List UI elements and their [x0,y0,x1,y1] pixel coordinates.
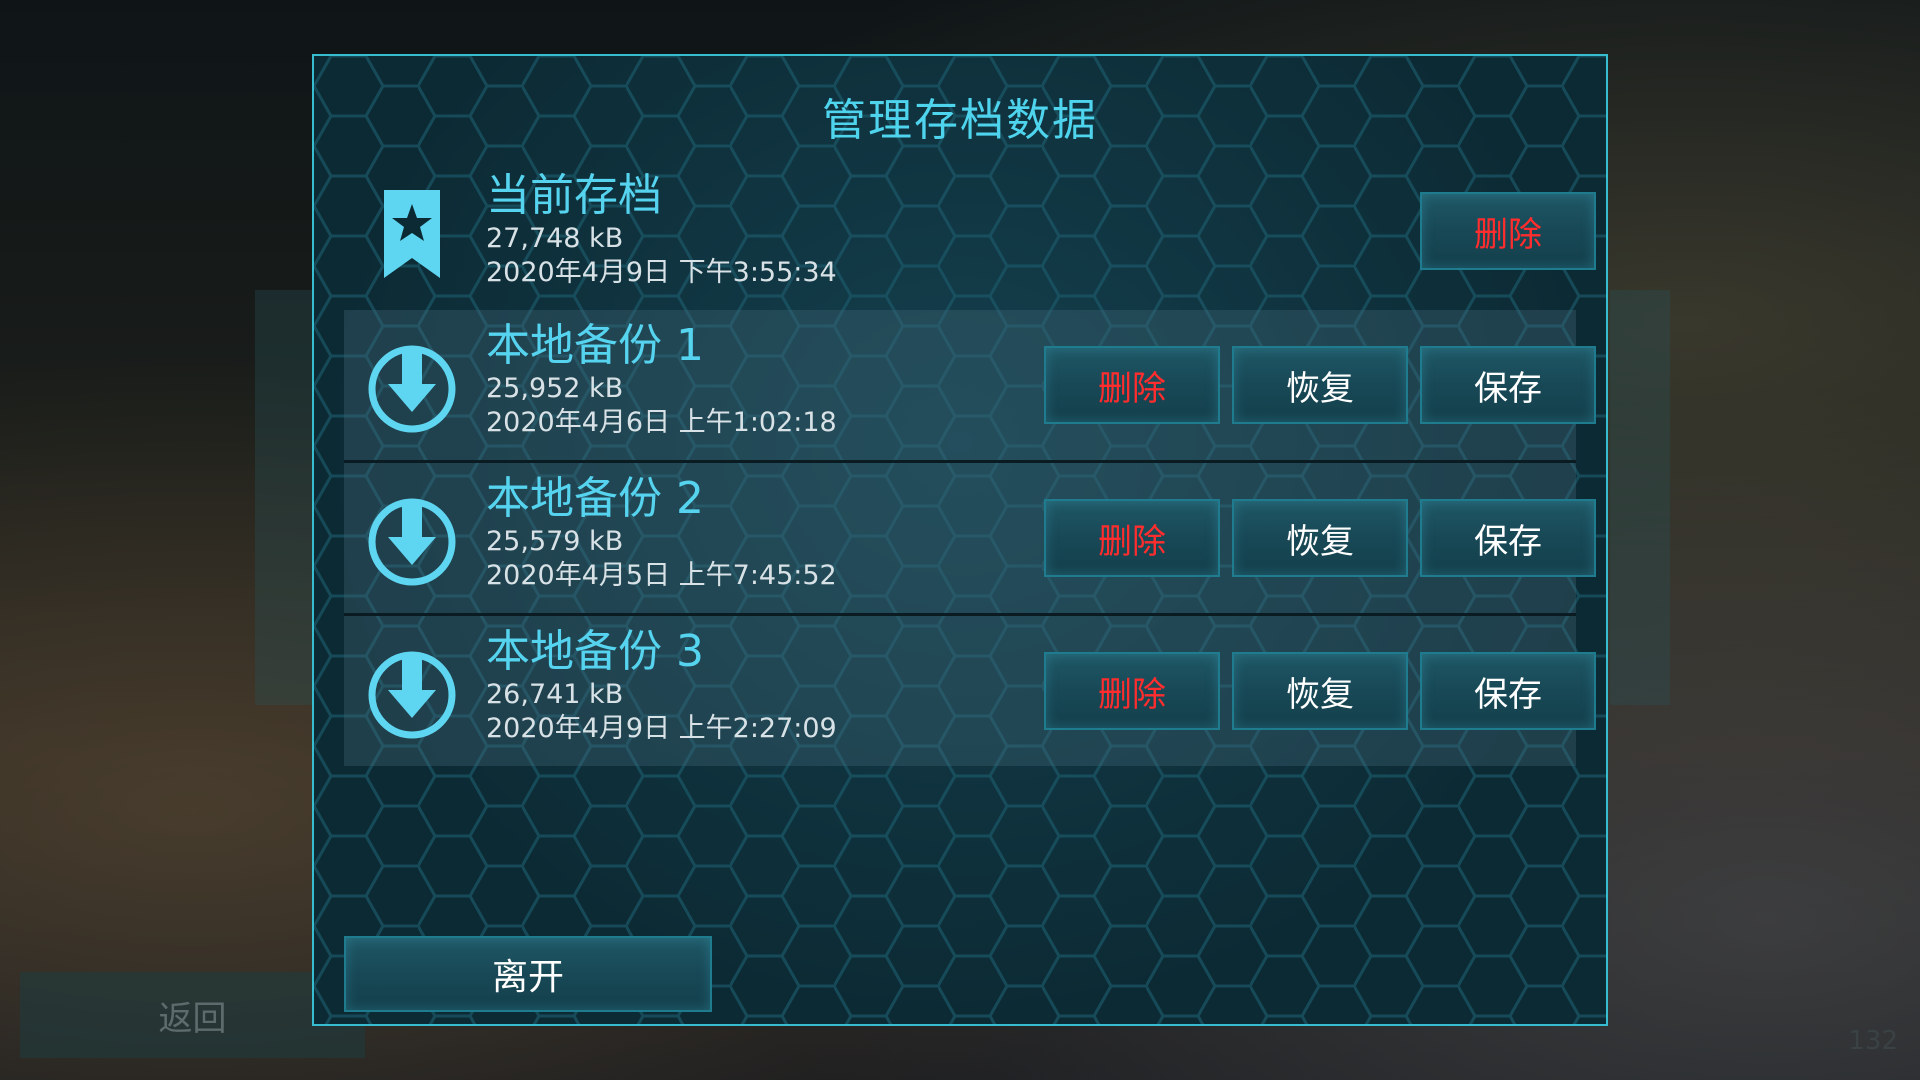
backup-date: 2020年4月9日 上午2:27:09 [486,713,837,744]
leave-button[interactable]: 离开 [344,936,712,1012]
current-save-size: 27,748 kB [486,223,624,254]
version-number: 132 [1848,1026,1898,1056]
backup-size: 25,579 kB [486,526,624,557]
current-save-row: 当前存档 27,748 kB 2020年4月9日 下午3:55:34 删除 [344,160,1596,310]
download-circle-icon [362,638,462,748]
leave-button-label: 离开 [491,957,564,998]
download-circle-icon [362,485,462,595]
backup-1-delete-button[interactable]: 删除 [1044,346,1220,424]
delete-button-label: 删除 [1098,521,1166,562]
backup-3-delete-button[interactable]: 删除 [1044,652,1220,730]
backup-size: 26,741 kB [486,679,624,710]
backup-title: 本地备份 2 [486,473,704,524]
backup-2-delete-button[interactable]: 删除 [1044,499,1220,577]
backup-row-3: 本地备份 3 26,741 kB 2020年4月9日 上午2:27:09 删除 … [344,616,1596,766]
restore-button-label: 恢复 [1286,521,1354,562]
manage-save-data-dialog: 管理存档数据 当前存档 27,748 kB 2020年4月9日 下午3:55:3… [312,54,1608,1026]
backup-row-2: 本地备份 2 25,579 kB 2020年4月5日 上午7:45:52 删除 … [344,463,1596,613]
backup-title: 本地备份 1 [486,320,704,371]
game-screen: 返回 132 管理存档数据 当前存档 27,748 kB 2020年4月9日 下… [0,0,1920,1080]
delete-button-label: 删除 [1098,368,1166,409]
current-save-title: 当前存档 [486,170,662,221]
backup-2-restore-button[interactable]: 恢复 [1232,499,1408,577]
backup-3-save-button[interactable]: 保存 [1420,652,1596,730]
background-menu-panel-right [1610,290,1670,705]
backup-2-save-button[interactable]: 保存 [1420,499,1596,577]
dialog-title: 管理存档数据 [822,95,1098,146]
backup-3-info: 本地备份 3 26,741 kB 2020年4月9日 上午2:27:09 [486,626,837,746]
backup-1-save-button[interactable]: 保存 [1420,346,1596,424]
delete-button-label: 删除 [1098,674,1166,715]
backup-date: 2020年4月6日 上午1:02:18 [486,407,837,438]
bookmark-star-icon [362,182,462,292]
current-save-info: 当前存档 27,748 kB 2020年4月9日 下午3:55:34 [486,170,837,290]
backup-1-restore-button[interactable]: 恢复 [1232,346,1408,424]
save-button-label: 保存 [1474,521,1542,562]
backup-title: 本地备份 3 [486,626,704,677]
current-save-date: 2020年4月9日 下午3:55:34 [486,257,837,288]
backup-1-info: 本地备份 1 25,952 kB 2020年4月6日 上午1:02:18 [486,320,837,440]
download-circle-icon [362,332,462,442]
restore-button-label: 恢复 [1286,674,1354,715]
backup-3-restore-button[interactable]: 恢复 [1232,652,1408,730]
backup-size: 25,952 kB [486,373,624,404]
save-button-label: 保存 [1474,674,1542,715]
delete-button-label: 删除 [1474,214,1542,255]
save-button-label: 保存 [1474,368,1542,409]
current-save-delete-button[interactable]: 删除 [1420,192,1596,270]
backup-2-info: 本地备份 2 25,579 kB 2020年4月5日 上午7:45:52 [486,473,837,593]
backup-date: 2020年4月5日 上午7:45:52 [486,560,837,591]
restore-button-label: 恢复 [1286,368,1354,409]
backup-row-1: 本地备份 1 25,952 kB 2020年4月6日 上午1:02:18 删除 … [344,310,1596,460]
back-button-label: 返回 [158,998,227,1039]
